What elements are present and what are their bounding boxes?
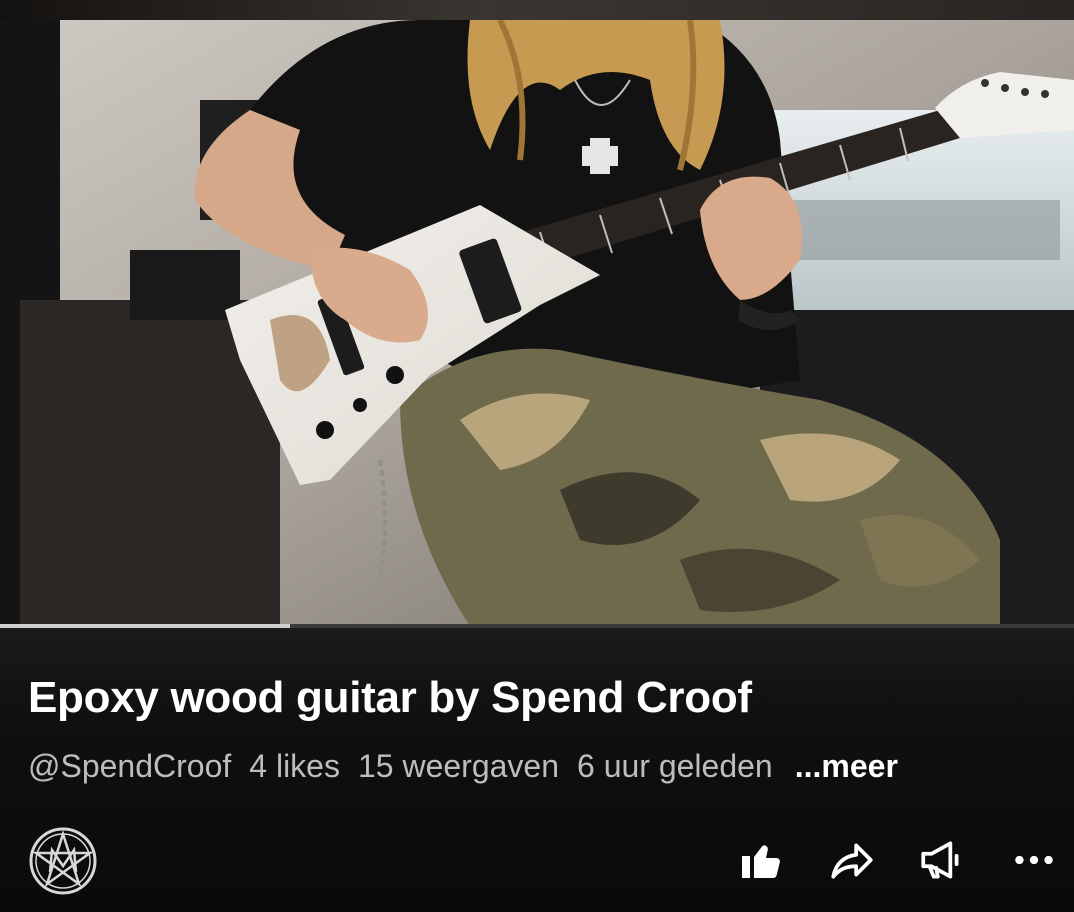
- video-frame-image: [0, 20, 1074, 626]
- upload-age: 6 uur geleden: [577, 748, 773, 784]
- share-icon: [831, 843, 873, 879]
- more-options-icon: [1015, 855, 1053, 865]
- channel-handle[interactable]: @SpendCroof: [28, 748, 231, 785]
- megaphone-icon: [921, 841, 959, 879]
- more-link[interactable]: ...meer: [795, 748, 898, 785]
- like-button[interactable]: [734, 832, 790, 888]
- video-title: Epoxy wood guitar by Spend Croof: [28, 673, 752, 722]
- video-meta-row[interactable]: @SpendCroof 4 likes 15 weergaven 6 uur g…: [28, 748, 898, 785]
- channel-avatar[interactable]: [28, 826, 98, 896]
- likes-count: 4 likes: [249, 748, 340, 784]
- share-button[interactable]: [824, 832, 880, 888]
- pentagram-logo-icon: [29, 827, 97, 895]
- top-status-strip: [0, 0, 1074, 20]
- video-player[interactable]: [0, 20, 1074, 626]
- remix-button[interactable]: [914, 832, 970, 888]
- thumbs-up-icon: [742, 845, 780, 878]
- more-options-button[interactable]: [1006, 832, 1062, 888]
- views-count: 15 weergaven: [357, 748, 559, 784]
